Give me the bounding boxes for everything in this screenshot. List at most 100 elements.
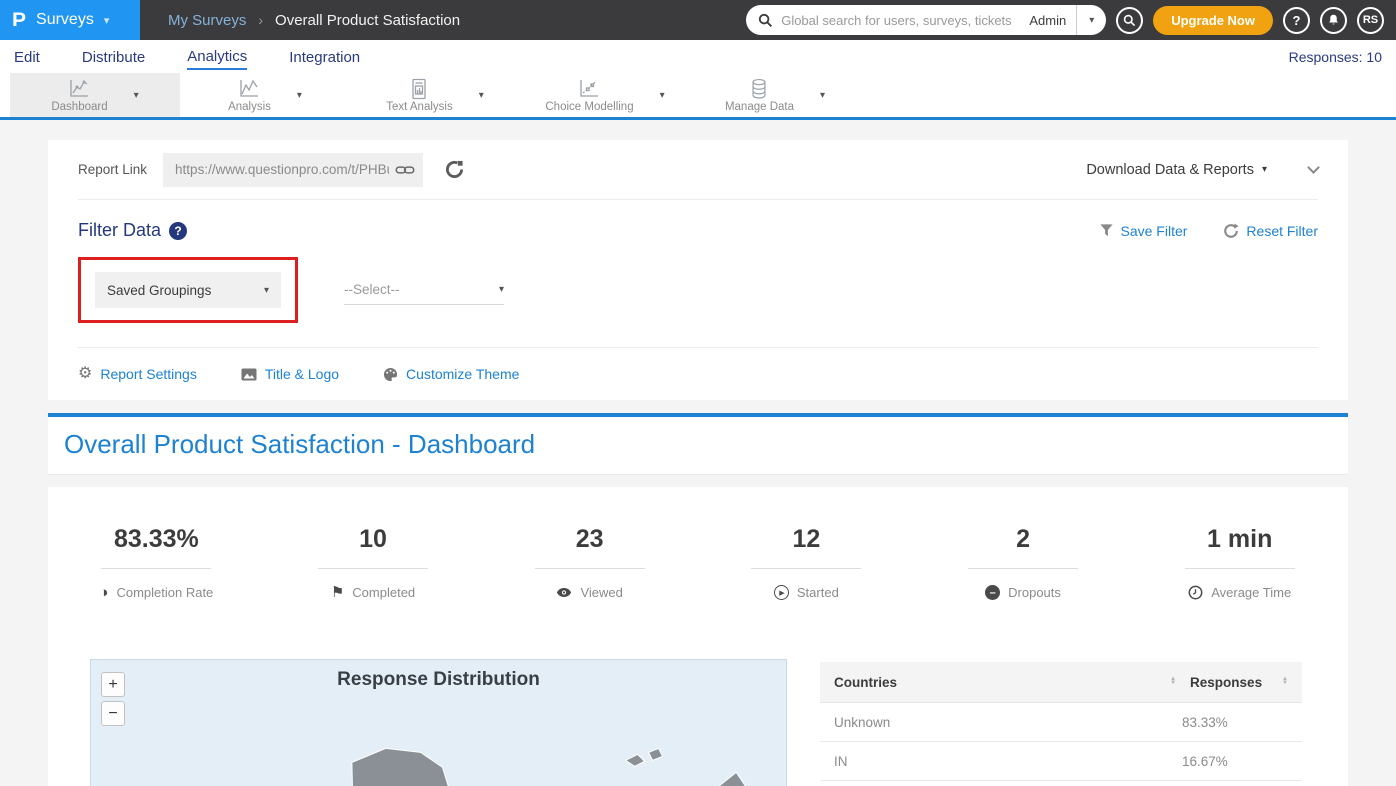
- highlight-red-box: Saved Groupings ▾: [78, 257, 298, 323]
- toolbar-item-manage-data[interactable]: Manage Data ▾: [690, 73, 860, 117]
- document-chart-icon: [407, 78, 431, 100]
- tab-analytics[interactable]: Analytics: [187, 43, 247, 70]
- database-icon: [747, 78, 771, 100]
- saved-groupings-value: Saved Groupings: [107, 283, 264, 298]
- breadcrumb-my-surveys[interactable]: My Surveys: [168, 12, 246, 29]
- filter-help-icon[interactable]: ?: [169, 222, 187, 240]
- responses-cell: 83.33%: [1182, 715, 1288, 730]
- caret-down-icon: ▾: [104, 14, 110, 27]
- avatar-initials: RS: [1363, 14, 1378, 26]
- user-avatar[interactable]: RS: [1357, 7, 1384, 34]
- divider: [101, 568, 211, 569]
- tab-integration[interactable]: Integration: [289, 44, 360, 69]
- divider: [968, 568, 1078, 569]
- page-title: Overall Product Satisfaction - Dashboard: [64, 429, 1332, 460]
- report-link-row: Report Link https://www.questionpro.com/…: [78, 140, 1318, 200]
- stat-value: 12: [792, 525, 820, 554]
- image-icon: [241, 368, 257, 381]
- tab-distribute[interactable]: Distribute: [82, 44, 145, 69]
- dashboard-heading-card: Overall Product Satisfaction - Dashboard: [48, 413, 1348, 475]
- tab-edit[interactable]: Edit: [14, 44, 40, 69]
- caret-down-icon: ▾: [1089, 15, 1094, 26]
- report-config-links: ⚙ Report Settings Title & Logo Customize…: [78, 348, 1318, 400]
- scatter-chart-icon: [577, 78, 601, 100]
- report-link-url: https://www.questionpro.com/t/PHBu: [175, 162, 389, 177]
- search-scope-dropdown[interactable]: ▾: [1076, 5, 1106, 35]
- caret-down-icon[interactable]: ▾: [479, 90, 484, 101]
- toolbar-item-label: Text Analysis: [386, 101, 452, 113]
- line-chart-icon: [67, 78, 91, 100]
- caret-down-icon[interactable]: ▾: [134, 90, 139, 101]
- customize-theme-label: Customize Theme: [406, 366, 519, 382]
- play-circle-icon: ▶: [774, 585, 789, 600]
- divider: [535, 568, 645, 569]
- save-filter-button[interactable]: Save Filter: [1099, 223, 1188, 239]
- map-zoom-in-button[interactable]: +: [101, 672, 125, 697]
- sort-icon[interactable]: ▲▼: [1282, 678, 1288, 685]
- stat-dropouts: 2 – Dropouts: [915, 525, 1132, 600]
- gear-icon: ⚙: [78, 366, 92, 382]
- search-toggle-button[interactable]: [1116, 7, 1143, 34]
- reset-filter-button[interactable]: Reset Filter: [1223, 223, 1318, 239]
- collapse-chevron-icon[interactable]: [1307, 161, 1320, 174]
- global-search[interactable]: Admin ▾: [746, 5, 1106, 35]
- save-filter-label: Save Filter: [1121, 223, 1188, 239]
- grouping-select-placeholder: --Select--: [344, 282, 499, 297]
- map-title: Response Distribution: [91, 669, 786, 691]
- stat-value: 2: [1016, 525, 1030, 554]
- header-actions: Admin ▾ Upgrade Now ? RS: [746, 5, 1396, 35]
- download-data-reports-dropdown[interactable]: Download Data & Reports ▾: [1086, 162, 1267, 178]
- upgrade-now-button[interactable]: Upgrade Now: [1153, 6, 1273, 35]
- search-icon: [1123, 14, 1136, 27]
- stat-label: Started: [797, 585, 839, 600]
- stat-started: 12 ▶ Started: [698, 525, 915, 600]
- questionpro-logo: P: [12, 10, 26, 31]
- stat-completed: 10 ⚑ Completed: [265, 525, 482, 600]
- responses-header: Responses: [1190, 675, 1276, 690]
- report-widget-icon[interactable]: [445, 160, 464, 179]
- caret-down-icon[interactable]: ▾: [660, 90, 665, 101]
- toolbar-item-text-analysis[interactable]: Text Analysis ▾: [350, 73, 520, 117]
- toolbar-item-choice-modelling[interactable]: Choice Modelling ▾: [520, 73, 690, 117]
- notifications-button[interactable]: [1320, 7, 1347, 34]
- stat-label: Completion Rate: [116, 585, 213, 600]
- stat-label: Dropouts: [1008, 585, 1061, 600]
- table-row: Unknown 83.33%: [820, 703, 1302, 742]
- toolbar-item-analysis[interactable]: Analysis ▾: [180, 73, 350, 117]
- report-link-label: Report Link: [78, 162, 147, 177]
- link-icon[interactable]: [395, 163, 415, 177]
- help-button[interactable]: ?: [1283, 7, 1310, 34]
- report-settings-card: Report Link https://www.questionpro.com/…: [48, 140, 1348, 400]
- analytics-toolbar: Dashboard ▾ Analysis ▾ Text Analysis ▾: [0, 73, 1396, 120]
- search-icon: [758, 13, 773, 28]
- caret-down-icon[interactable]: ▾: [297, 90, 302, 101]
- reset-filter-label: Reset Filter: [1246, 223, 1318, 239]
- countries-table: Countries ▲▼ Responses ▲▼ Unknown 83.33%…: [820, 662, 1302, 786]
- filter-controls-row: Saved Groupings ▾ --Select-- ▾: [78, 257, 1318, 348]
- dashboard-stats-card: 83.33% ◑ Completion Rate 10 ⚑ Completed …: [48, 487, 1348, 786]
- surveys-product-menu[interactable]: P Surveys ▾: [0, 0, 140, 40]
- report-link-field[interactable]: https://www.questionpro.com/t/PHBu: [163, 153, 423, 187]
- title-logo-link[interactable]: Title & Logo: [241, 366, 339, 382]
- filter-data-header: Filter Data ? Save Filter Reset Filter: [78, 220, 1318, 241]
- stat-label: Viewed: [580, 585, 622, 600]
- caret-down-icon[interactable]: ▾: [820, 90, 825, 101]
- toolbar-item-label: Dashboard: [51, 101, 107, 113]
- sort-icon[interactable]: ▲▼: [1170, 678, 1176, 685]
- stat-average-time: 1 min Average Time: [1131, 525, 1348, 600]
- stat-viewed: 23 Viewed: [481, 525, 698, 600]
- caret-down-icon: ▾: [1262, 164, 1267, 175]
- flag-icon: ⚑: [331, 585, 344, 600]
- toolbar-item-dashboard[interactable]: Dashboard ▾: [10, 73, 180, 117]
- breadcrumb: My Surveys › Overall Product Satisfactio…: [168, 12, 460, 29]
- search-input[interactable]: [781, 13, 1019, 28]
- customize-theme-link[interactable]: Customize Theme: [383, 366, 519, 382]
- saved-groupings-select[interactable]: Saved Groupings ▾: [95, 272, 281, 308]
- report-settings-link[interactable]: ⚙ Report Settings: [78, 366, 197, 382]
- stat-value: 10: [359, 525, 387, 554]
- line-chart-icon: [237, 78, 261, 100]
- world-map[interactable]: [91, 700, 788, 786]
- eye-icon: [556, 587, 572, 598]
- download-data-reports-label: Download Data & Reports: [1086, 162, 1254, 178]
- grouping-value-select[interactable]: --Select-- ▾: [344, 275, 504, 305]
